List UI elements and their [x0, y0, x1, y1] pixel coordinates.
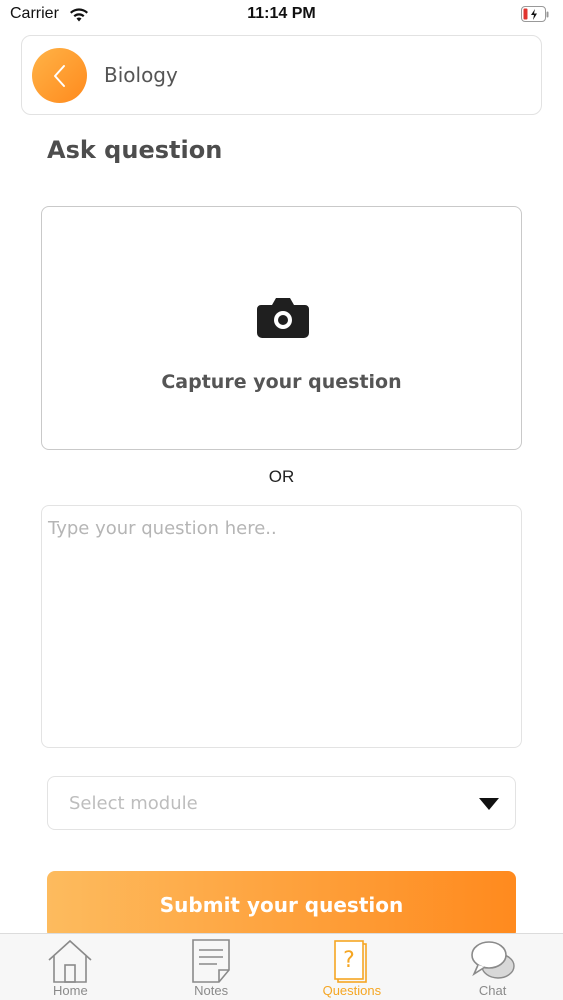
or-divider: OR: [268, 467, 295, 486]
capture-label: Capture your question: [161, 371, 402, 393]
page-title: Ask question: [47, 136, 223, 164]
module-select-placeholder: Select module: [69, 793, 198, 814]
capture-question-button[interactable]: Capture your question: [41, 206, 522, 450]
tab-chat[interactable]: Chat: [422, 934, 563, 1000]
question-input[interactable]: [41, 505, 522, 748]
tab-home-label: Home: [53, 983, 88, 998]
tab-home[interactable]: Home: [0, 934, 141, 1000]
tab-chat-label: Chat: [478, 983, 507, 998]
chat-icon: [470, 941, 515, 979]
back-button[interactable]: [32, 48, 87, 103]
status-bar: Carrier 11:14 PM: [0, 0, 563, 30]
tab-questions-label: Questions: [322, 983, 382, 998]
module-select[interactable]: Select module: [47, 776, 516, 830]
home-icon: [48, 939, 92, 983]
tab-questions[interactable]: ? Questions: [282, 934, 423, 1000]
clock: 11:14 PM: [247, 5, 316, 22]
camera-icon: [257, 298, 309, 338]
notes-icon: [192, 939, 230, 983]
battery-icon: [521, 6, 549, 22]
svg-text:?: ?: [343, 948, 355, 973]
tab-bar: Home Notes ? Questions Chat: [0, 933, 563, 1000]
chevron-left-icon: [53, 64, 65, 87]
questions-icon: ?: [334, 940, 367, 983]
subject-title: Biology: [104, 63, 178, 87]
tab-notes-label: Notes: [194, 983, 229, 998]
header-card: Biology: [21, 35, 542, 115]
submit-question-button[interactable]: Submit your question: [47, 871, 516, 939]
caret-down-icon: [479, 798, 499, 810]
tab-notes[interactable]: Notes: [141, 934, 282, 1000]
